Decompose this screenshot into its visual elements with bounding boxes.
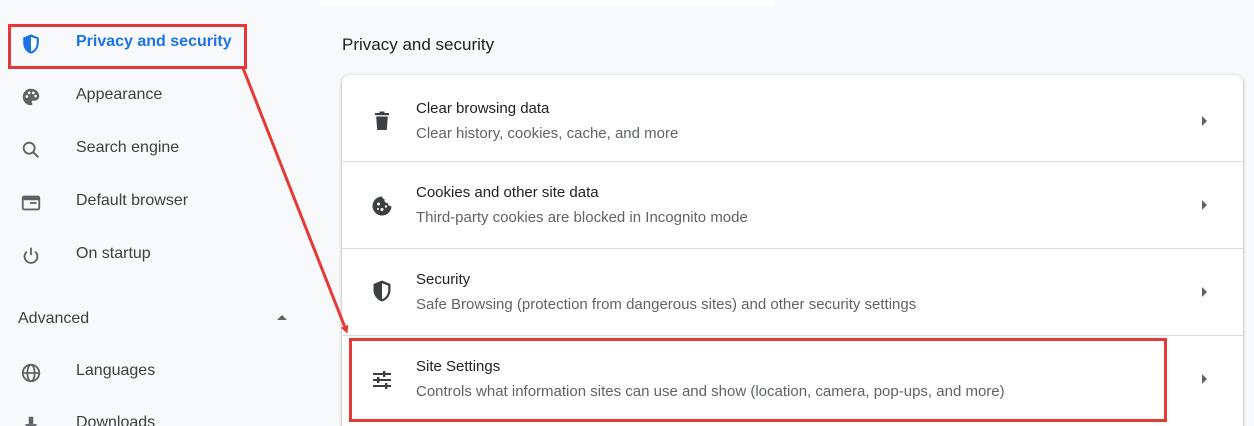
settings-window: Privacy and security Appearance Search e… xyxy=(0,0,1254,426)
annotation-arrow xyxy=(241,67,349,334)
